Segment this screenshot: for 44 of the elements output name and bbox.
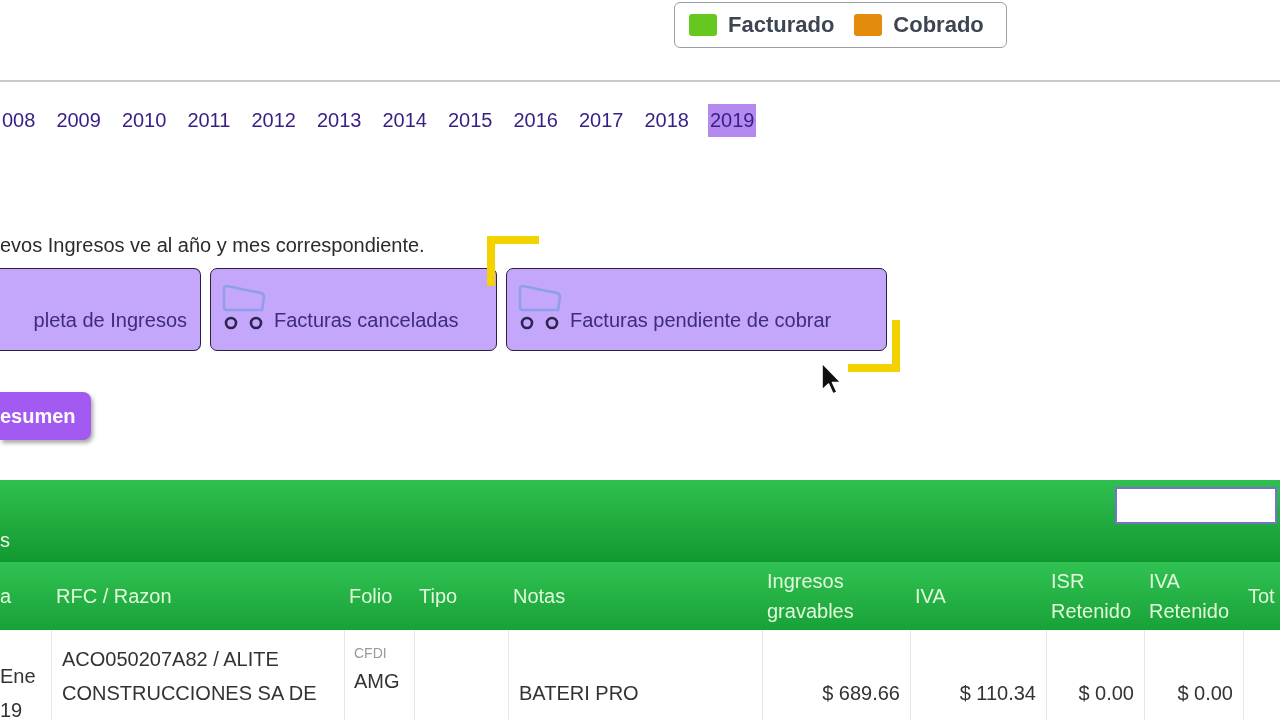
table-cell-text: $ 689.66 xyxy=(822,681,900,706)
column-header: Ingresos gravables xyxy=(767,569,855,624)
column-header: a xyxy=(0,584,12,609)
table-cell-text: Ene 19 xyxy=(0,664,37,720)
action-button[interactable]: pleta de Ingresos xyxy=(0,268,201,351)
column-header: ISR Retenido xyxy=(1051,569,1133,624)
year-link[interactable]: 008 xyxy=(0,104,38,137)
year-link[interactable]: 2017 xyxy=(576,104,626,137)
year-link[interactable]: 2016 xyxy=(511,104,560,137)
column-header: Notas xyxy=(513,584,566,609)
year-link[interactable]: 2011 xyxy=(185,104,233,137)
year-link[interactable]: 2010 xyxy=(119,104,169,137)
action-button[interactable]: Facturas pendiente de cobrar xyxy=(506,268,887,351)
year-link[interactable]: 2015 xyxy=(445,104,495,137)
legend-label: Facturado xyxy=(728,11,835,39)
legend-label: Cobrado xyxy=(893,11,984,39)
table-cell-text: $ 0.00 xyxy=(1078,681,1134,706)
table-cell-text: ACO050207A82 / ALITE CONSTRUCCIONES SA DE xyxy=(62,647,318,706)
instruction-text: evos Ingresos ve al año y mes correspondiente. xyxy=(0,233,425,258)
column-header: Folio xyxy=(349,584,393,609)
highlight-corner-icon xyxy=(848,320,901,373)
highlight-corner-icon xyxy=(487,236,539,286)
column-header: RFC / Razon xyxy=(56,584,172,609)
table-cell-text: $ 110.34 xyxy=(959,681,1036,706)
table-cell-text: $ 0.00 xyxy=(1177,681,1233,706)
year-link[interactable]: 2018 xyxy=(642,104,691,137)
cart-icon xyxy=(518,285,562,332)
folio-type-label: CFDI xyxy=(354,644,387,662)
table-title: s xyxy=(0,528,10,552)
year-link[interactable]: 2009 xyxy=(54,104,103,137)
year-link[interactable]: 2019 xyxy=(707,104,757,137)
year-link[interactable]: 2014 xyxy=(380,104,429,137)
year-link[interactable]: 2013 xyxy=(314,104,364,137)
action-button[interactable]: Facturas canceladas xyxy=(210,268,497,351)
year-link[interactable]: 2012 xyxy=(249,104,298,137)
column-header: IVA xyxy=(915,584,946,609)
table-cell-text: BATERI PRO xyxy=(519,681,639,706)
column-header: Tot xyxy=(1248,584,1275,609)
search-field[interactable] xyxy=(1115,487,1277,524)
summary-button[interactable]: esumen xyxy=(0,392,91,440)
column-header: Tipo xyxy=(419,584,458,609)
cart-icon xyxy=(222,285,266,332)
column-header: IVA Retenido xyxy=(1149,569,1231,624)
table-cell-text: AMG xyxy=(354,669,400,694)
